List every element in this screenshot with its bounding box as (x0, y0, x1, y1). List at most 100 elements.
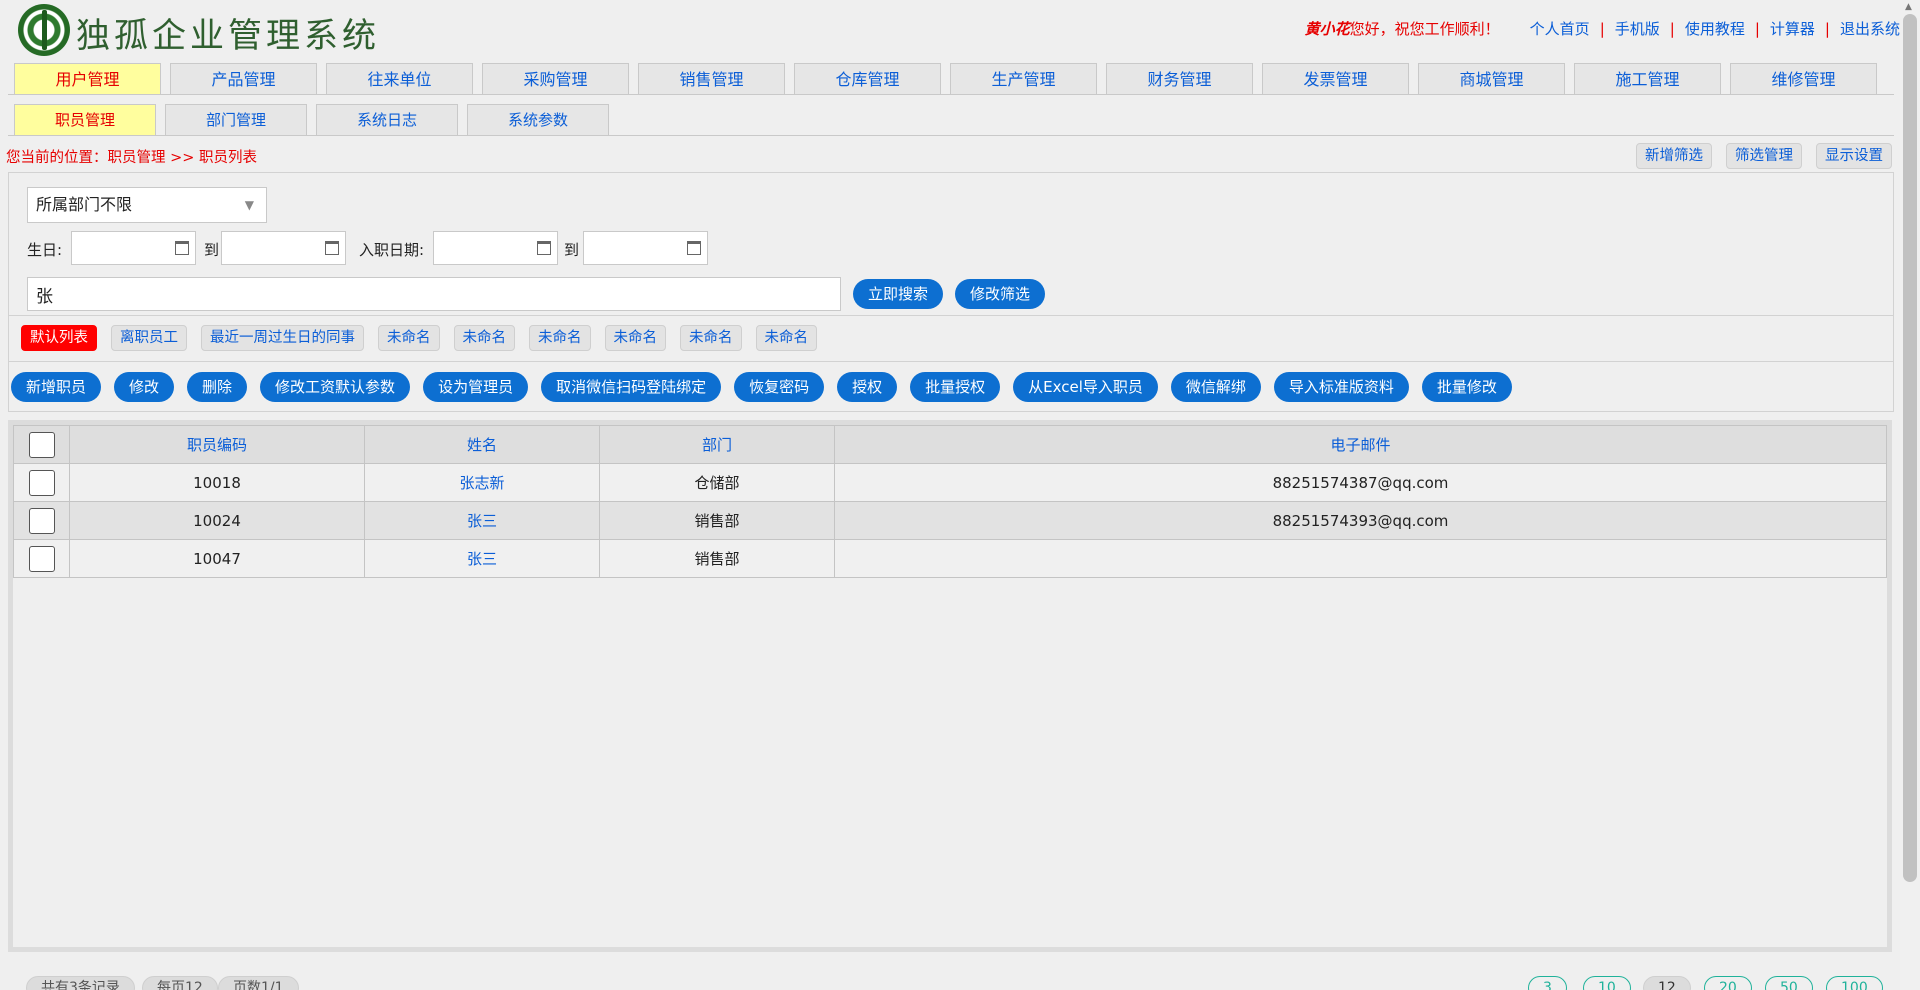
staff-table: 职员编码 姓名 部门 电子邮件 10018 张志新 仓储部 8825157438… (13, 425, 1887, 578)
add-filter-button[interactable]: 新增筛选 (1636, 143, 1712, 169)
calculator-link[interactable]: 计算器 (1770, 20, 1815, 38)
tab-maintenance[interactable]: 维修管理 (1730, 63, 1877, 94)
main-tabs-divider (8, 94, 1894, 95)
column-header-code[interactable]: 职员编码 (69, 425, 365, 464)
edit-button[interactable]: 修改 (114, 372, 175, 402)
filter-unnamed[interactable]: 未命名 (529, 325, 591, 351)
wechat-unbind-button[interactable]: 微信解绑 (1170, 372, 1261, 402)
page-size-100[interactable]: 100 (1826, 976, 1883, 990)
calendar-icon[interactable] (687, 241, 701, 255)
tab-partners[interactable]: 往来单位 (326, 63, 473, 94)
staff-department: 仓储部 (599, 463, 835, 502)
vertical-scrollbar[interactable]: ▲ (1900, 0, 1920, 990)
page-size-12-current[interactable]: 12 (1643, 976, 1691, 990)
table-row[interactable]: 10047 张三 销售部 (13, 539, 1887, 578)
select-all-checkbox[interactable] (28, 431, 55, 458)
tab-warehouse[interactable]: 仓库管理 (794, 63, 941, 94)
cancel-wechat-binding-button[interactable]: 取消微信扫码登陆绑定 (541, 372, 722, 402)
staff-name-link[interactable]: 张三 (364, 539, 600, 578)
scroll-up-icon[interactable]: ▲ (1905, 2, 1912, 12)
row-checkbox[interactable] (28, 469, 55, 496)
delete-button[interactable]: 删除 (187, 372, 248, 402)
tab-purchase[interactable]: 采购管理 (482, 63, 629, 94)
import-standard-data-button[interactable]: 导入标准版资料 (1273, 372, 1409, 402)
display-settings-button[interactable]: 显示设置 (1816, 143, 1892, 169)
filter-unnamed[interactable]: 未命名 (680, 325, 742, 351)
greeting: 您好，祝您工作顺利！ (1349, 20, 1500, 38)
subtab-system-params[interactable]: 系统参数 (467, 104, 609, 135)
page-size-50[interactable]: 50 (1765, 976, 1813, 990)
calendar-icon[interactable] (325, 241, 339, 255)
page-size-20[interactable]: 20 (1704, 976, 1752, 990)
filter-unnamed[interactable]: 未命名 (378, 325, 440, 351)
department-select[interactable]: 所属部门不限 ▼ (27, 187, 267, 223)
reset-password-button[interactable]: 恢复密码 (734, 372, 825, 402)
tab-finance[interactable]: 财务管理 (1106, 63, 1253, 94)
subtab-system-log[interactable]: 系统日志 (316, 104, 458, 135)
mobile-link[interactable]: 手机版 (1615, 20, 1660, 38)
header: 独孤企业管理系统 黄小花您好，祝您工作顺利！ 个人首页 | 手机版 | 使用教程 | 计算器 |… (0, 0, 1900, 60)
tab-construction[interactable]: 施工管理 (1574, 63, 1721, 94)
tab-invoice[interactable]: 发票管理 (1262, 63, 1409, 94)
app-title: 独孤企业管理系统 (76, 16, 380, 56)
main-tabs: 用户管理 产品管理 往来单位 采购管理 销售管理 仓库管理 生产管理 财务管理 … (14, 63, 1886, 94)
hire-date-from-input[interactable] (433, 231, 558, 265)
modify-filter-button[interactable]: 修改筛选 (955, 279, 1046, 309)
home-link[interactable]: 个人首页 (1530, 20, 1590, 38)
page-size-10[interactable]: 10 (1583, 976, 1631, 990)
filter-recent-birthdays[interactable]: 最近一周过生日的同事 (201, 325, 364, 351)
tab-sales[interactable]: 销售管理 (638, 63, 785, 94)
add-staff-button[interactable]: 新增职员 (11, 372, 102, 402)
subtab-staff[interactable]: 职员管理 (14, 104, 156, 135)
set-admin-button[interactable]: 设为管理员 (423, 372, 529, 402)
birthday-from-input[interactable] (71, 231, 196, 265)
staff-email: 88251574393@qq.com (834, 501, 1887, 540)
subtab-departments[interactable]: 部门管理 (165, 104, 307, 135)
birthday-to-label: 到 (204, 241, 220, 259)
user-name: 黄小花 (1304, 20, 1350, 38)
batch-edit-button[interactable]: 批量修改 (1421, 372, 1512, 402)
table-row[interactable]: 10024 张三 销售部 88251574393@qq.com (13, 501, 1887, 540)
column-header-name[interactable]: 姓名 (364, 425, 600, 464)
filter-unnamed[interactable]: 未命名 (755, 325, 817, 351)
row-checkbox[interactable] (28, 507, 55, 534)
top-links: 黄小花您好，祝您工作顺利！ 个人首页 | 手机版 | 使用教程 | 计算器 | 退出系统 (1304, 20, 1900, 38)
actions-toolbar: 新增职员 修改 删除 修改工资默认参数 设为管理员 取消微信扫码登陆绑定 恢复密… (8, 362, 1894, 412)
filter-resigned-staff[interactable]: 离职员工 (111, 325, 187, 351)
table-header-row: 职员编码 姓名 部门 电子邮件 (13, 425, 1887, 464)
authorize-button[interactable]: 授权 (837, 372, 898, 402)
row-select-cell (13, 539, 70, 578)
import-excel-button[interactable]: 从Excel导入职员 (1013, 372, 1158, 402)
search-button[interactable]: 立即搜索 (853, 279, 944, 309)
filter-panel: 所属部门不限 ▼ 生日: 到 入职日期: 到 立即搜索 修改筛选 (8, 172, 1894, 316)
tutorial-link[interactable]: 使用教程 (1685, 20, 1745, 38)
batch-authorize-button[interactable]: 批量授权 (910, 372, 1001, 402)
tab-user-management[interactable]: 用户管理 (14, 63, 161, 94)
filter-default-list[interactable]: 默认列表 (21, 325, 97, 351)
table-row[interactable]: 10018 张志新 仓储部 88251574387@qq.com (13, 463, 1887, 502)
logout-link[interactable]: 退出系统 (1840, 20, 1900, 38)
birthday-to-input[interactable] (221, 231, 346, 265)
birthday-label: 生日: (27, 241, 63, 259)
staff-name-link[interactable]: 张志新 (364, 463, 600, 502)
page-size-3[interactable]: 3 (1528, 976, 1567, 990)
staff-name-link[interactable]: 张三 (364, 501, 600, 540)
manage-filters-button[interactable]: 筛选管理 (1726, 143, 1802, 169)
calendar-icon[interactable] (537, 241, 551, 255)
column-header-email[interactable]: 电子邮件 (834, 425, 1887, 464)
column-header-department[interactable]: 部门 (599, 425, 835, 464)
hire-date-to-input[interactable] (583, 231, 708, 265)
row-checkbox[interactable] (28, 545, 55, 572)
tab-mall[interactable]: 商城管理 (1418, 63, 1565, 94)
tab-product-management[interactable]: 产品管理 (170, 63, 317, 94)
tab-production[interactable]: 生产管理 (950, 63, 1097, 94)
filter-unnamed[interactable]: 未命名 (604, 325, 666, 351)
edit-salary-defaults-button[interactable]: 修改工资默认参数 (260, 372, 411, 402)
logo-icon (18, 4, 70, 56)
scrollbar-thumb[interactable] (1903, 14, 1917, 882)
calendar-icon[interactable] (175, 241, 189, 255)
staff-code: 10018 (69, 463, 365, 502)
chevron-down-icon: ▼ (244, 198, 254, 212)
filter-unnamed[interactable]: 未命名 (453, 325, 515, 351)
search-input[interactable] (27, 277, 841, 311)
